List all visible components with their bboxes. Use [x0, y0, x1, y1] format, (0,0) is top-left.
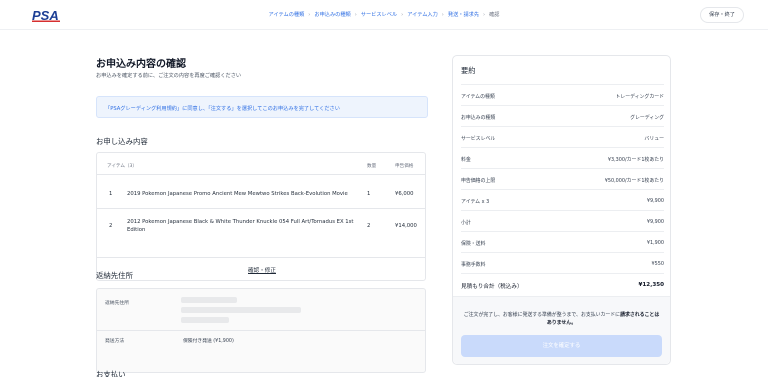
redacted-address: [181, 297, 237, 303]
save-exit-button[interactable]: 保存・終了: [700, 7, 744, 23]
summary-label: アイテム x 3: [461, 199, 490, 205]
header-quantity: 数量: [367, 164, 377, 169]
return-address-title: 返納先住所: [96, 271, 133, 280]
divider: [461, 147, 664, 148]
step-separator-icon: ›: [401, 12, 404, 18]
summary-label: 料金: [461, 157, 471, 163]
billing-notice: ご注文が完了し、お客様に発送する準備が整うまで、お支払いカードに請求されることは…: [463, 311, 660, 327]
step-confirm: 確認: [489, 12, 500, 18]
shipping-method-label: 発送方法: [105, 339, 125, 344]
header-item: アイテム（3）: [107, 164, 138, 169]
order-summary: 要約 アイテムの種類 トレーディングカード お申込みの種類 グレーディング サービス…: [452, 55, 671, 365]
redacted-address: [181, 317, 229, 323]
step-item-entry[interactable]: アイテム入力: [407, 11, 438, 18]
page-description: お申込みを確定する前に、ご注文の内容を再度ご確認ください: [96, 73, 242, 79]
payment-section-title: お支払い: [96, 370, 126, 377]
divider: [97, 208, 425, 209]
shipping-method-value: 保険付き発送 (¥1,900): [183, 339, 234, 344]
items-table: アイテム（3） 数量 申告価格 1 2019 Pokemon Japanese …: [96, 152, 426, 281]
return-address-box: 返納先住所 発送方法 保険付き発送 (¥1,900): [96, 288, 426, 373]
item-quantity: 1: [367, 191, 371, 197]
divider: [461, 189, 664, 190]
row-index: 1: [109, 191, 113, 197]
confirm-edit-link[interactable]: 確認・修正: [97, 266, 427, 274]
billing-notice-text: ご注文が完了し、お客様に発送する準備が整うまで、お支払いカードに: [463, 312, 621, 318]
divider: [461, 273, 664, 274]
summary-value: グレーディング: [630, 115, 664, 121]
item-name: 2012 Pokemon Japanese Black & White Thun…: [127, 219, 354, 233]
step-shipping-billing[interactable]: 発送・請求先: [448, 11, 479, 18]
terms-notice: 「PSAグレーディング利用規約」に同意し、「注文する」を選択してこのお申込みを完…: [96, 96, 428, 118]
divider: [461, 126, 664, 127]
item-name: 2019 Pokemon Japanese Promo Ancient Mew …: [127, 191, 348, 197]
step-item-type[interactable]: アイテムの種類: [269, 11, 305, 18]
item-quantity: 2: [367, 223, 371, 229]
divider: [97, 330, 425, 331]
step-separator-icon: ›: [354, 12, 357, 18]
billing-notice-area: ご注文が完了し、お客様に発送する準備が整うまで、お支払いカードに請求されることは…: [453, 296, 670, 364]
address-label: 返納先住所: [105, 301, 129, 306]
summary-value: バリュー: [644, 136, 664, 142]
row-index: 2: [109, 223, 113, 229]
summary-value: ¥9,900: [646, 198, 664, 204]
total-label: 見積もり合計（税込み）: [461, 284, 523, 290]
summary-value: ¥550: [651, 261, 664, 267]
step-separator-icon: ›: [483, 12, 486, 18]
divider: [461, 105, 664, 106]
summary-value: ¥50,000/カード1枚あたり: [604, 178, 664, 184]
summary-label: 保険・送料: [461, 241, 486, 247]
divider: [461, 210, 664, 211]
top-bar: PSA アイテムの種類 › お申込みの種類 › サービスレベル › アイテム入力 › 発送・請求…: [0, 0, 768, 30]
header-declared-value: 申告価格: [395, 164, 414, 169]
summary-label: アイテムの種類: [461, 94, 495, 100]
item-value: ¥14,000: [395, 223, 417, 229]
step-submission-type[interactable]: お申込みの種類: [314, 11, 350, 18]
divider: [461, 252, 664, 253]
divider: [97, 174, 425, 175]
total-value: ¥12,350: [638, 282, 664, 288]
step-separator-icon: ›: [308, 12, 311, 18]
divider: [97, 257, 425, 258]
summary-title: 要約: [461, 66, 476, 75]
progress-steps: アイテムの種類 › お申込みの種類 › サービスレベル › アイテム入力 › 発送・請求先 › 確認: [0, 11, 768, 18]
summary-label: サービスレベル: [461, 136, 496, 142]
step-service-level[interactable]: サービスレベル: [361, 11, 397, 18]
summary-label: お申込みの種類: [461, 115, 496, 121]
summary-label: 事務手数料: [461, 262, 486, 268]
item-value: ¥6,000: [395, 191, 414, 197]
submit-order-button[interactable]: 注文を確定する: [461, 335, 662, 357]
redacted-address: [181, 307, 301, 313]
page-title: お申込み内容の確認: [96, 59, 186, 70]
summary-label: 小計: [461, 220, 471, 226]
step-separator-icon: ›: [441, 12, 444, 18]
summary-value: ¥1,900: [646, 240, 664, 246]
divider: [461, 168, 664, 169]
divider: [461, 84, 664, 85]
summary-label: 申告価格の上限: [461, 178, 496, 184]
summary-value: ¥9,900: [646, 219, 664, 225]
divider: [461, 231, 664, 232]
items-section-title: お申し込み内容: [96, 137, 148, 146]
summary-value: トレーディングカード: [615, 94, 664, 100]
summary-value: ¥3,300/カード1枚あたり: [607, 157, 664, 163]
